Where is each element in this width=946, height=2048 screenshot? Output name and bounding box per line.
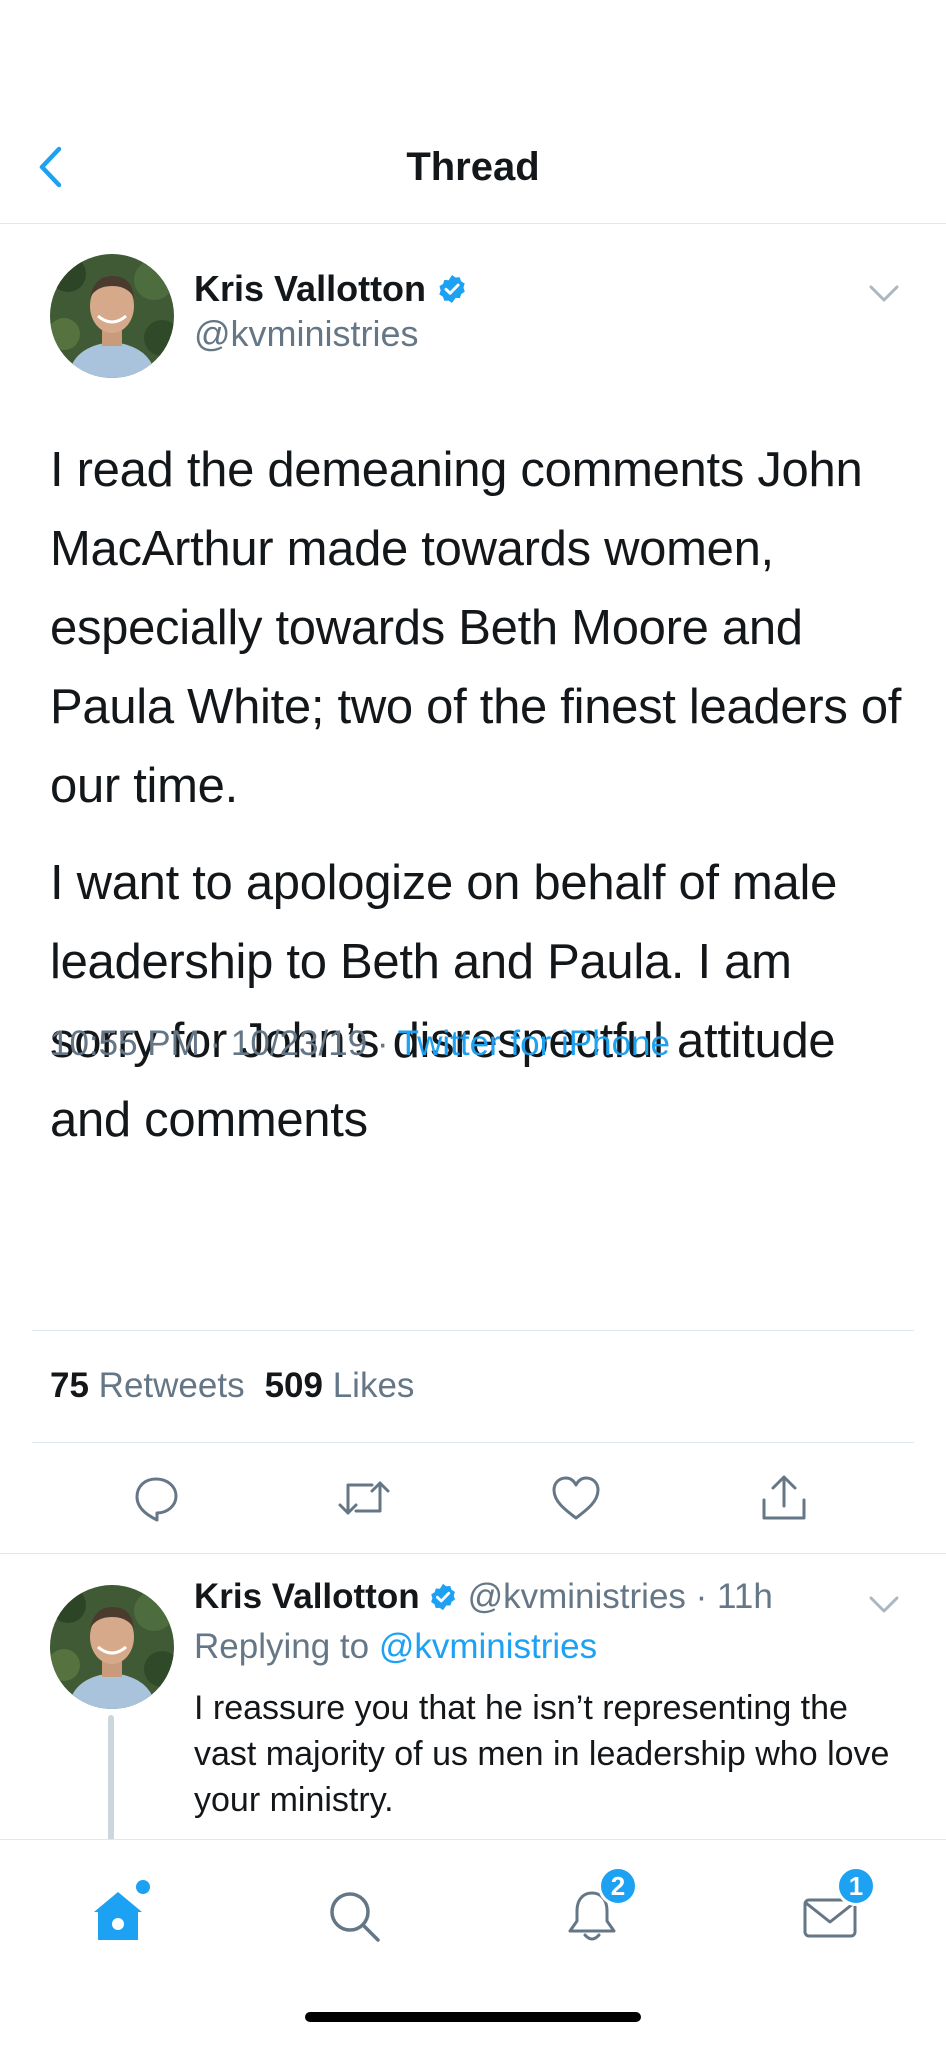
author-name: Kris Vallotton <box>194 268 427 309</box>
reply-header: Kris Vallotton @kvministries · 11h <box>194 1577 773 1617</box>
divider <box>32 1330 914 1331</box>
chevron-down-icon <box>869 285 899 302</box>
verified-icon <box>428 1582 458 1612</box>
share-icon <box>762 1475 806 1520</box>
tweet-source-link[interactable]: Twitter for iPhone <box>398 1024 670 1063</box>
divider <box>32 1442 914 1443</box>
home-icon <box>94 1892 142 1940</box>
tweet-timestamp: 10:55 PM · 10/23/19 · <box>50 1024 398 1063</box>
nav-header: Thread <box>0 0 946 224</box>
like-count: 509 <box>264 1366 323 1405</box>
reply-text: I reassure you that he isn’t representin… <box>194 1689 890 1819</box>
retweet-count: 75 <box>50 1366 89 1405</box>
page-title: Thread <box>406 145 540 189</box>
tweet-options-button[interactable] <box>868 284 900 309</box>
reply-button[interactable] <box>126 1468 186 1528</box>
reply-options-button[interactable] <box>868 1595 900 1620</box>
share-button[interactable] <box>754 1468 814 1528</box>
likes-stat[interactable]: 509 Likes <box>265 1366 415 1405</box>
notifications-badge: 2 <box>598 1866 638 1906</box>
replying-mention-link[interactable]: @kvministries <box>379 1627 597 1666</box>
avatar[interactable] <box>50 1585 174 1709</box>
retweets-stat[interactable]: 75 Retweets <box>50 1366 245 1405</box>
avatar[interactable] <box>50 254 174 378</box>
like-icon <box>552 1476 600 1520</box>
tweet-meta: 10:55 PM · 10/23/19 · Twitter for iPhone <box>50 1024 670 1064</box>
replying-label: Replying to <box>194 1627 379 1666</box>
tab-notifications[interactable]: 2 <box>552 1866 638 1956</box>
divider <box>0 1553 946 1554</box>
retweet-icon <box>338 1481 390 1515</box>
search-icon <box>330 1892 380 1942</box>
like-label: Likes <box>332 1366 415 1405</box>
retweet-button[interactable] <box>334 1468 394 1528</box>
like-button[interactable] <box>546 1468 606 1528</box>
retweet-label: Retweets <box>98 1366 245 1405</box>
reply-author-name[interactable]: Kris Vallotton <box>194 1577 420 1617</box>
tab-search[interactable] <box>314 1876 394 1956</box>
replying-to: Replying to @kvministries <box>194 1627 597 1667</box>
home-indicator[interactable] <box>305 2012 641 2022</box>
tab-home[interactable] <box>78 1876 158 1956</box>
reply-icon <box>135 1477 178 1522</box>
thread-connector-line <box>108 1715 114 1839</box>
verified-icon <box>436 273 468 305</box>
tab-messages[interactable]: 1 <box>790 1866 876 1956</box>
messages-badge: 1 <box>836 1866 876 1906</box>
tweet-paragraph: I want to apologize on behalf of male le… <box>50 856 838 1147</box>
author-handle: @kvministries <box>194 313 419 354</box>
chevron-down-icon <box>869 1596 899 1613</box>
tweet-actions <box>0 1468 946 1528</box>
home-new-dot <box>136 1880 150 1894</box>
tweet-stats: 75 Retweets 509 Likes <box>50 1366 414 1406</box>
reply-tweet[interactable]: Kris Vallotton @kvministries · 11h Reply… <box>0 1555 946 1839</box>
author-name-row[interactable]: Kris Vallotton <box>194 268 468 310</box>
reply-handle-time: @kvministries · 11h <box>467 1577 773 1616</box>
tweet-paragraph: I read the demeaning comments John MacAr… <box>50 443 902 813</box>
